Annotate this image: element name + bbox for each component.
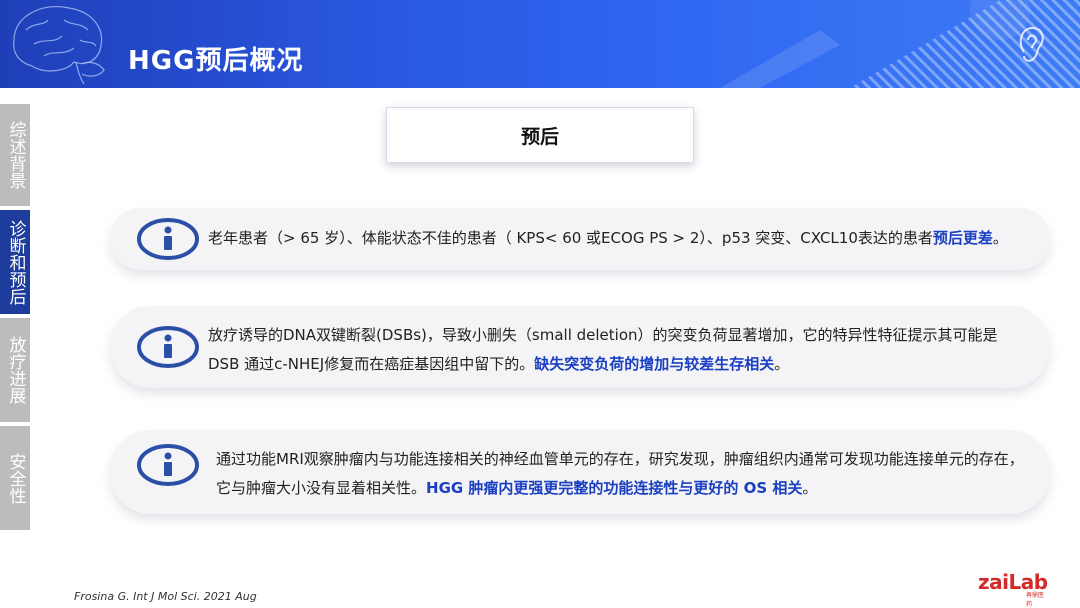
- sidenav-item-safety[interactable]: 安全性: [0, 426, 30, 530]
- logo-subtext: 再鼎医药: [1026, 592, 1045, 608]
- card-text: 通过功能MRI观察肿瘤内与功能连接相关的神经血管单元的存在，研究发现，肿瘤组织内…: [216, 450, 1024, 497]
- citation: Frosina G. Int J Mol Sci. 2021 Aug: [74, 590, 257, 603]
- card-text: 老年患者（> 65 岁）、体能状态不佳的患者（ KPS< 60 或ECOG PS…: [208, 229, 1008, 247]
- sidenav-item-overview[interactable]: 综述背景: [0, 104, 30, 206]
- highlight-text: 预后更差: [932, 229, 993, 247]
- brain-icon: [13, 6, 105, 85]
- info-icon: [137, 326, 199, 368]
- info-icon: [137, 444, 199, 486]
- company-logo: zaiLab 再鼎医药: [978, 570, 1048, 608]
- sidenav-item-radiotherapy[interactable]: 放疗进展: [0, 318, 30, 422]
- section-title: 预后: [520, 125, 559, 148]
- sidenav-item-label: 诊断和预后: [5, 219, 26, 305]
- info-icon: [137, 218, 199, 260]
- section-title-box: 预后: [386, 107, 694, 163]
- sidenav-item-label: 放疗进展: [5, 336, 26, 404]
- info-card: 通过功能MRI观察肿瘤内与功能连接相关的神经血管单元的存在，研究发现，肿瘤组织内…: [110, 430, 1050, 514]
- page-title: HGG预后概况: [128, 46, 304, 76]
- ear-icon: [1019, 26, 1044, 62]
- sidenav-item-label: 安全性: [5, 452, 26, 504]
- card-text: 放疗诱导的DNA双键断裂(DSBs)，导致小删失（small deletion）…: [208, 326, 998, 373]
- info-card: 放疗诱导的DNA双键断裂(DSBs)，导致小删失（small deletion）…: [110, 306, 1050, 388]
- sidenav-item-label: 综述背景: [5, 121, 26, 189]
- highlight-text: 缺失突变负荷的增加与较差生存相关: [534, 355, 775, 373]
- info-card: 老年患者（> 65 岁）、体能状态不佳的患者（ KPS< 60 或ECOG PS…: [110, 208, 1050, 270]
- highlight-text: HGG 肿瘤内更强更完整的功能连接性与更好的 OS 相关: [426, 479, 803, 497]
- header-banner: HGG预后概况: [0, 0, 1080, 88]
- sidenav-item-diagnosis-prognosis[interactable]: 诊断和预后: [0, 210, 30, 314]
